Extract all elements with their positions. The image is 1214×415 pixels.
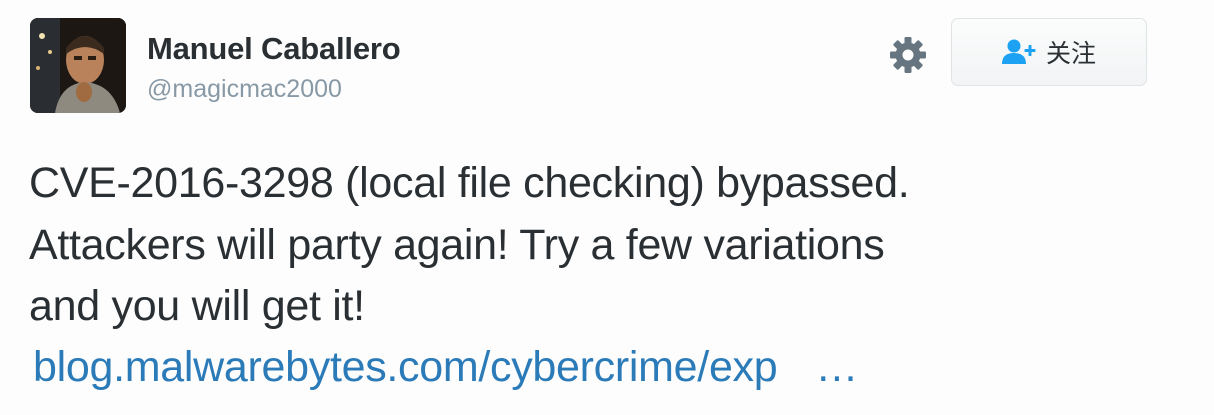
tweet-link-text: blog.malwarebytes.com/cybercrime/exp xyxy=(33,343,778,391)
avatar[interactable] xyxy=(30,18,126,113)
tweet-text: CVE-2016-3298 (local file checking) bypa… xyxy=(29,153,1179,338)
tweet-text-line: Attackers will party again! Try a few va… xyxy=(29,220,885,269)
tweet-text-line: and you will get it! xyxy=(29,282,365,330)
gear-icon[interactable] xyxy=(888,35,928,75)
tweet-card: Manuel Caballero @magicmac2000 关注 CVE-20… xyxy=(0,0,1214,415)
user-plus-icon xyxy=(1001,39,1036,64)
follow-button[interactable]: 关注 xyxy=(951,18,1147,86)
user-name[interactable]: Manuel Caballero xyxy=(147,31,401,67)
tweet-link[interactable]: blog.malwarebytes.com/cybercrime/exp … xyxy=(33,337,858,399)
tweet-link-ellipsis: … xyxy=(815,343,859,391)
follow-label: 关注 xyxy=(1045,39,1096,68)
tweet-text-line: CVE-2016-3298 (local file checking) bypa… xyxy=(29,159,910,207)
avatar-photo xyxy=(30,18,126,113)
user-handle[interactable]: @magicmac2000 xyxy=(147,75,342,104)
